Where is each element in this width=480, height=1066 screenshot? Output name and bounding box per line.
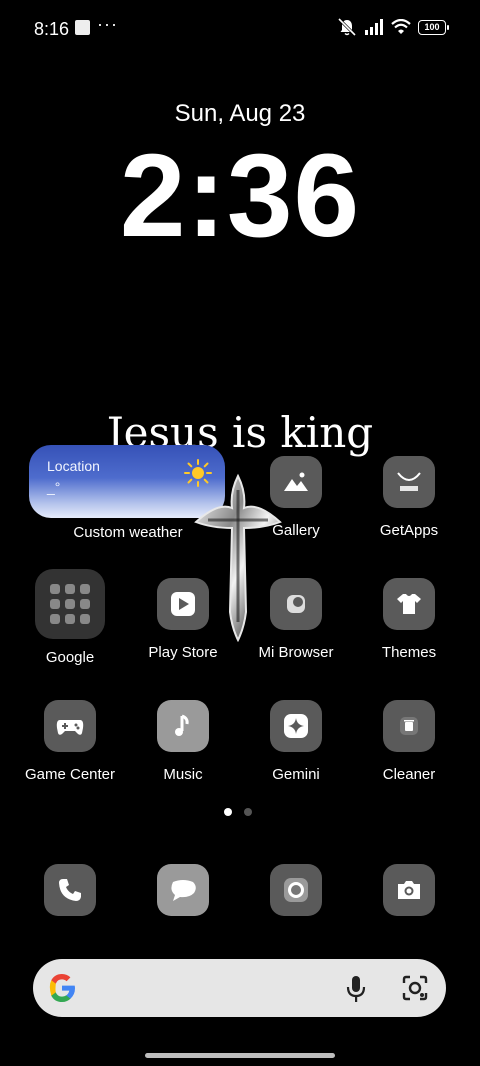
dock-chrome[interactable] [236, 864, 356, 916]
signal-icon [365, 19, 383, 35]
lens-icon[interactable] [401, 974, 429, 1002]
app-getapps[interactable]: GetApps [349, 456, 469, 539]
app-label: Game Center [24, 766, 116, 783]
gamepad-icon [44, 700, 96, 752]
messages-icon [157, 864, 209, 916]
status-time: 8:16 [34, 19, 70, 39]
app-label: Music [163, 766, 203, 783]
page-dot-active [224, 808, 232, 816]
app-game-center[interactable]: Game Center [10, 700, 130, 783]
google-search-bar[interactable] [33, 959, 446, 1017]
app-cleaner[interactable]: Cleaner [349, 700, 469, 783]
cross-wallpaper-image [194, 473, 282, 642]
dock-phone[interactable] [10, 864, 130, 916]
app-music[interactable]: Music [123, 700, 243, 783]
dock-camera[interactable] [349, 864, 469, 916]
more-notifications-icon: ··· [97, 14, 118, 34]
trash-icon [383, 700, 435, 752]
mute-icon [337, 17, 357, 37]
gesture-navigation-bar[interactable] [145, 1053, 335, 1058]
weather-temperature: _° [47, 479, 61, 495]
themes-icon [383, 578, 435, 630]
status-icons: 100 [337, 17, 449, 37]
dock-messages[interactable] [123, 864, 243, 916]
camera-icon [383, 864, 435, 916]
notification-icon [75, 20, 90, 35]
chrome-icon [270, 864, 322, 916]
date-text[interactable]: Sun, Aug 23 [0, 100, 480, 128]
app-label: Cleaner [382, 766, 436, 783]
google-logo-icon [49, 974, 75, 1002]
phone-icon [44, 864, 96, 916]
app-label: Themes [381, 644, 437, 661]
app-label: Play Store [148, 644, 218, 661]
music-icon [157, 700, 209, 752]
app-label: Google [45, 649, 95, 666]
app-themes[interactable]: Themes [349, 578, 469, 661]
gemini-icon [270, 700, 322, 752]
folder-google[interactable]: Google [10, 569, 130, 666]
wifi-icon [391, 19, 411, 34]
page-dot [244, 808, 252, 816]
getapps-icon [383, 456, 435, 508]
weather-location: Location [47, 458, 100, 474]
microphone-icon[interactable] [343, 974, 369, 1004]
app-label: Gemini [272, 766, 320, 783]
app-gemini[interactable]: Gemini [236, 700, 356, 783]
weather-widget-label: Custom weather [73, 524, 183, 541]
battery-icon: 100 [418, 19, 449, 35]
page-indicator[interactable] [224, 808, 252, 816]
clock-widget[interactable]: 2:36 [0, 126, 480, 266]
status-bar: 8:16 ··· 100 [0, 0, 480, 56]
app-label: GetApps [379, 522, 439, 539]
app-label: Mi Browser [258, 644, 334, 661]
google-folder-icon [35, 569, 105, 639]
